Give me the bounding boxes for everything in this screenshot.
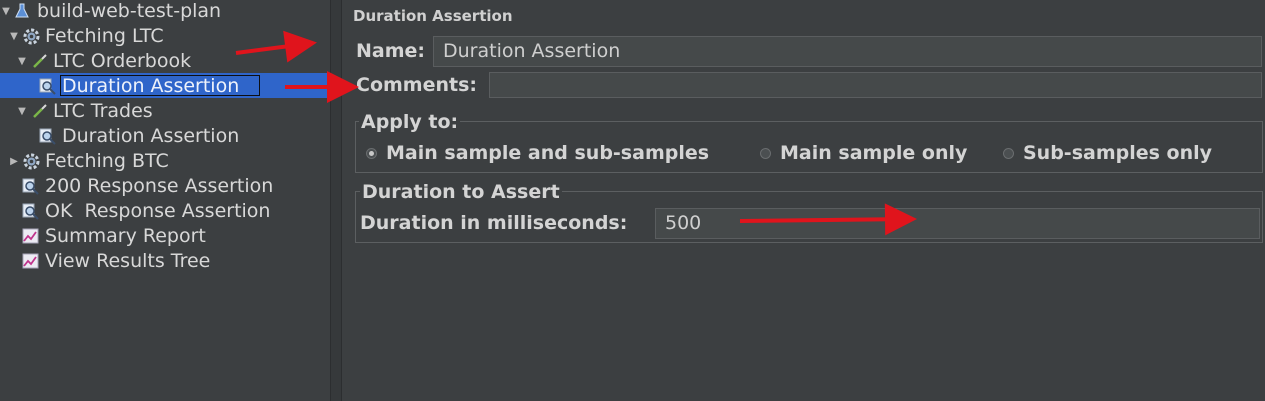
tree-item-label: Fetching LTC [45,25,164,47]
tree-item-duration-assertion[interactable]: Duration Assertion [0,124,330,149]
radio-main-sample-only[interactable] [760,148,771,159]
tree-item-label: build-web-test-plan [37,0,222,22]
expand-toggle-icon[interactable]: ▼ [9,24,19,49]
comments-label: Comments: [356,74,477,96]
radio-sub-samples-only[interactable] [1003,148,1014,159]
tree-item-label: OK Response Assertion [45,200,271,222]
tree-item-label: View Results Tree [45,250,211,272]
split-pane-divider[interactable] [330,0,342,401]
tree-item-label: Fetching BTC [45,150,169,172]
pipette-icon [32,99,48,124]
duration-label: Duration in milliseconds: [360,212,628,234]
apply-to-title: Apply to: [359,111,461,133]
panel-title: Duration Assertion [353,7,513,25]
tree-item-label: Summary Report [45,225,206,247]
magnifier-icon [22,199,39,224]
tree-item-label: 200 Response Assertion [45,175,274,197]
tree-item-label: LTC Orderbook [53,50,192,72]
graph-icon [22,249,39,274]
tree-item-ok-response-assertion[interactable]: OK Response Assertion [0,199,330,224]
test-plan-tree: ▼ build-web-test-plan ▼ Fetching LTC ▼ L… [0,0,330,401]
duration-group-title: Duration to Assert [360,181,562,203]
tree-item-200-response-assertion[interactable]: 200 Response Assertion [0,174,330,199]
magnifier-icon [39,74,56,99]
gear-icon [23,24,40,49]
tree-item-test-plan[interactable]: ▼ build-web-test-plan [0,0,330,24]
expand-toggle-icon[interactable]: ▼ [17,99,27,124]
tree-item-label: Duration Assertion [62,125,240,147]
radio-label-main-sample-only[interactable]: Main sample only [780,142,967,164]
gear-icon [23,149,40,174]
collapsed-toggle-icon[interactable]: ▶ [9,149,19,174]
comments-field[interactable] [489,72,1262,98]
tree-item-duration-assertion-selected[interactable]: Duration Assertion [0,74,330,99]
tree-item-fetching-ltc[interactable]: ▼ Fetching LTC [0,24,330,49]
graph-icon [22,224,39,249]
tree-item-label: Duration Assertion [62,75,240,97]
radio-main-and-sub-samples[interactable] [366,148,377,159]
pipette-icon [32,49,48,74]
tree-item-view-results-tree[interactable]: View Results Tree [0,249,330,274]
tree-item-ltc-trades[interactable]: ▼ LTC Trades [0,99,330,124]
flask-icon [15,0,31,24]
radio-label-main-and-sub-samples[interactable]: Main sample and sub-samples [386,142,709,164]
duration-field[interactable]: 500 [655,208,1260,239]
tree-item-ltc-orderbook[interactable]: ▼ LTC Orderbook [0,49,330,74]
radio-label-sub-samples-only[interactable]: Sub-samples only [1023,142,1212,164]
name-field[interactable]: Duration Assertion [433,36,1262,67]
assertion-config-panel: Duration Assertion Name: Duration Assert… [342,0,1265,401]
magnifier-icon [22,174,39,199]
expand-toggle-icon[interactable]: ▼ [1,0,11,24]
tree-item-label: LTC Trades [53,100,153,122]
name-label: Name: [356,40,426,62]
tree-item-summary-report[interactable]: Summary Report [0,224,330,249]
magnifier-icon [39,124,56,149]
tree-item-fetching-btc[interactable]: ▶ Fetching BTC [0,149,330,174]
expand-toggle-icon[interactable]: ▼ [17,49,27,74]
